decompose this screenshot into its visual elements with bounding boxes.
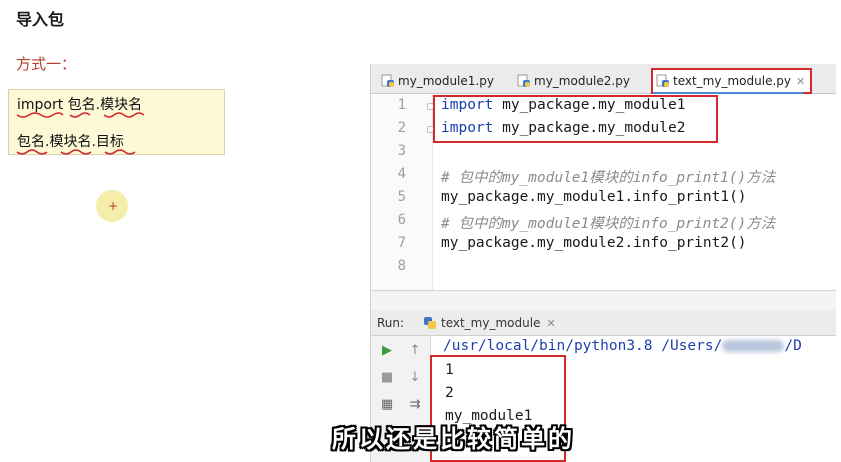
- syntax-line-1: import 包名.模块名: [17, 97, 143, 113]
- line-number: 6: [397, 212, 406, 228]
- syntax-line-2: 包名.模块名.目标: [17, 134, 124, 150]
- ide-window: my_module1.py my_module2.py text_my_modu…: [370, 64, 836, 462]
- active-tab-indicator: [653, 92, 803, 94]
- run-tool-bar: Run: text_my_module ✕: [371, 310, 836, 336]
- tab-label: text_my_module.py: [673, 74, 791, 88]
- code-editor[interactable]: 1 2 3 4 5 6 7 8 import my_package.my_mod…: [371, 95, 836, 290]
- line-number: 5: [397, 189, 406, 205]
- tab-text-my-module[interactable]: text_my_module.py ✕: [651, 68, 813, 94]
- line-number: 7: [397, 235, 406, 251]
- editor-tab-bar: my_module1.py my_module2.py text_my_modu…: [371, 64, 836, 94]
- tab-my-module1[interactable]: my_module1.py: [381, 68, 494, 94]
- run-tab[interactable]: text_my_module ✕: [423, 316, 556, 330]
- run-label: Run:: [377, 316, 405, 330]
- line-number: 2: [397, 120, 406, 136]
- syntax-note-box: import 包名.模块名 包名.模块名.目标: [8, 89, 225, 155]
- code-line-6: # 包中的my_module1模块的info_print2()方法: [441, 216, 776, 232]
- tab-my-module2[interactable]: my_module2.py: [517, 68, 630, 94]
- code-line-5: my_package.my_module1.info_print1(): [441, 189, 747, 205]
- code-line-7: my_package.my_module2.info_print2(): [441, 235, 747, 251]
- redacted-username: [722, 340, 785, 352]
- command-line: /usr/local/bin/python3.8 /Users/ /D: [443, 338, 802, 354]
- wrap-icon[interactable]: ⇉: [407, 398, 423, 412]
- method-label: 方式一：: [16, 55, 77, 73]
- line-number-gutter: 1 2 3 4 5 6 7 8: [371, 95, 434, 290]
- layout-icon[interactable]: ▦: [379, 398, 395, 412]
- tab-label: my_module1.py: [398, 74, 494, 88]
- line-number: 3: [397, 143, 406, 159]
- arrow-up-icon[interactable]: ↑: [407, 344, 423, 358]
- python-file-icon: [517, 74, 531, 88]
- code-line-4: # 包中的my_module1模块的info_print1()方法: [441, 170, 776, 186]
- stop-icon[interactable]: ■: [379, 371, 395, 385]
- panel-splitter[interactable]: [371, 290, 836, 310]
- python-file-icon: [381, 74, 395, 88]
- cursor-highlight: +: [96, 190, 128, 222]
- arrow-down-icon[interactable]: ↓: [407, 371, 423, 385]
- section-heading: 导入包: [16, 10, 65, 29]
- import-highlight-box: [433, 95, 718, 143]
- crosshair-icon: +: [108, 199, 119, 213]
- command-suffix: /D: [784, 338, 802, 354]
- tab-label: my_module2.py: [534, 74, 630, 88]
- line-number: 8: [397, 258, 406, 274]
- python-run-icon: [423, 316, 437, 330]
- play-icon[interactable]: ▶: [379, 344, 395, 358]
- close-icon[interactable]: ✕: [546, 317, 555, 330]
- command-prefix: /usr/local/bin/python3.8 /Users/: [443, 338, 723, 354]
- video-subtitle: 所以还是比较简单的: [332, 425, 575, 453]
- line-number: 1: [397, 97, 406, 113]
- run-tab-label: text_my_module: [441, 316, 541, 330]
- close-icon[interactable]: ✕: [796, 75, 805, 88]
- python-file-icon: [656, 74, 670, 88]
- line-number: 4: [397, 166, 406, 182]
